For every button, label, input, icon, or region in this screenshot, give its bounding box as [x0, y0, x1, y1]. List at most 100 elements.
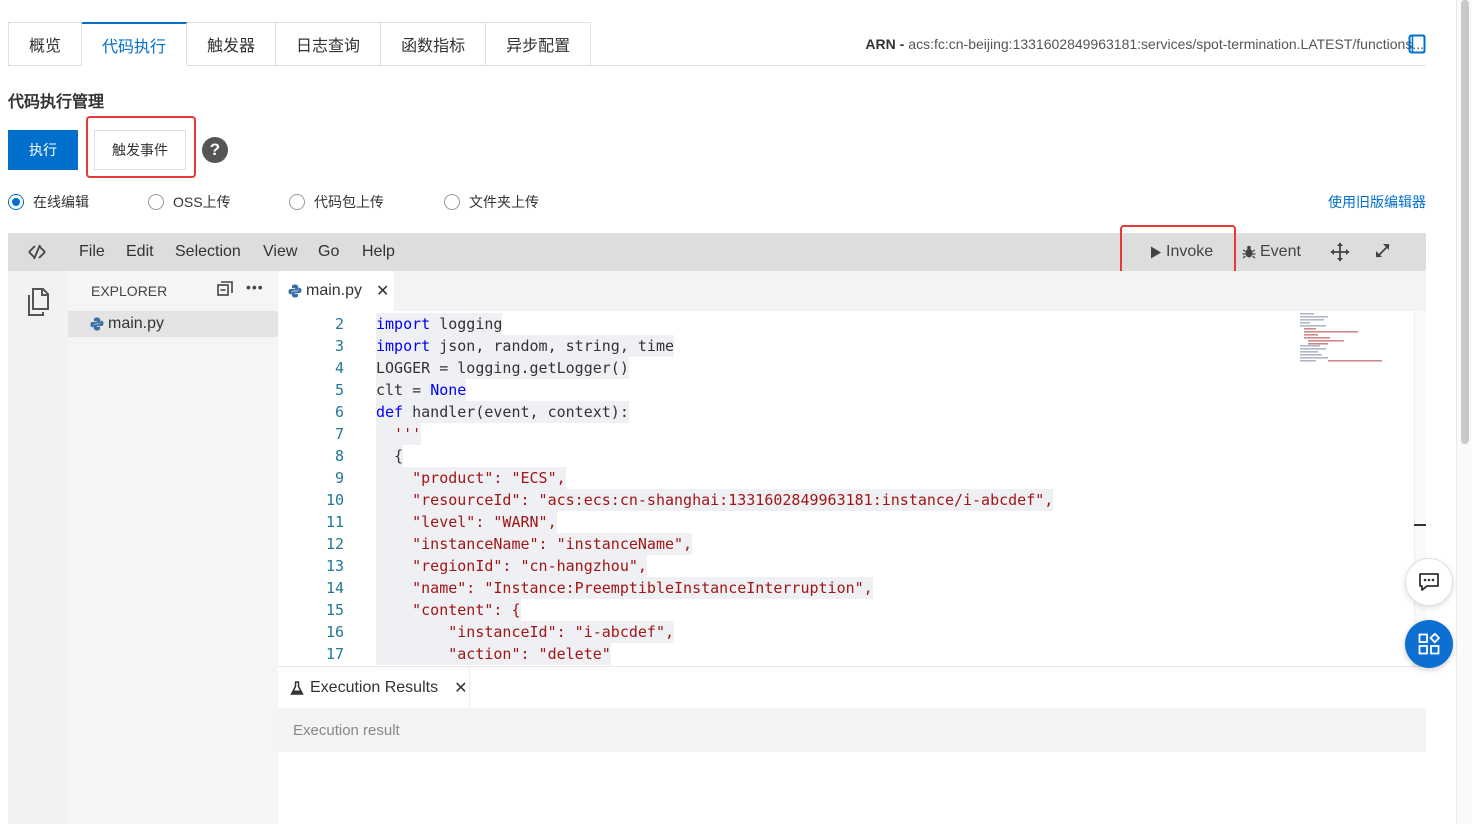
code-text: ''' — [376, 423, 422, 445]
editor-scrollbar[interactable] — [1414, 311, 1426, 666]
code-text: "name": "Instance:PreemptibleInstanceInt… — [376, 577, 873, 599]
code-line: 5 clt = None — [278, 379, 1414, 401]
ide-logo-icon — [28, 244, 46, 260]
radio-folder-upload[interactable]: 文件夹上传 — [444, 192, 539, 212]
old-editor-link[interactable]: 使用旧版编辑器 — [1328, 192, 1426, 212]
invoke-button[interactable]: Invoke — [1150, 243, 1213, 261]
execution-result-placeholder: Execution result — [293, 722, 400, 739]
help-icon[interactable]: ? — [202, 137, 228, 163]
code-token: "product": "ECS", — [376, 469, 566, 487]
menu-go[interactable]: Go — [318, 243, 339, 261]
trigger-event-button[interactable]: 触发事件 — [94, 130, 186, 170]
event-button[interactable]: Event — [1242, 243, 1301, 261]
page-scrollbar[interactable] — [1456, 0, 1472, 824]
code-line: 16 "instanceId": "i-abcdef", — [278, 621, 1414, 643]
panel-empty-area — [278, 752, 1426, 824]
radio-oss-upload[interactable]: OSS上传 — [148, 192, 231, 212]
code-editor[interactable]: 2 import logging 3 import json, random, str… — [278, 311, 1414, 666]
explorer-sidebar: EXPLORER ••• main.py — [68, 271, 278, 824]
code-text: "regionId": "cn-hangzhou", — [376, 555, 647, 577]
code-text: "content": { — [376, 599, 521, 621]
code-text: { — [376, 445, 404, 467]
execute-button[interactable]: 执行 — [8, 130, 78, 170]
tab-function-metrics[interactable]: 函数指标 — [381, 22, 487, 66]
radio-online-edit[interactable]: 在线编辑 — [8, 192, 89, 212]
move-icon[interactable] — [1330, 242, 1350, 262]
code-text: import json, random, string, time — [376, 335, 675, 357]
files-icon[interactable] — [26, 287, 50, 317]
code-token: json, random, string, time — [439, 337, 675, 355]
web-ide: File Edit Selection View Go Help Invoke … — [8, 225, 1426, 824]
code-line: 9 "product": "ECS", — [278, 467, 1414, 489]
editor-tab-main-py[interactable]: main.py ✕ — [278, 271, 394, 311]
flask-icon — [290, 681, 304, 695]
line-number: 8 — [334, 447, 344, 465]
code-text: "product": "ECS", — [376, 467, 566, 489]
play-icon — [1151, 246, 1161, 258]
expand-icon[interactable] — [1374, 242, 1392, 260]
apps-button[interactable] — [1405, 620, 1453, 668]
code-line: 15 "content": { — [278, 599, 1414, 621]
code-token: "regionId": "cn-hangzhou", — [376, 557, 647, 575]
menu-help[interactable]: Help — [362, 243, 395, 261]
arn-display: ARN - acs:fc:cn-beijing:1331602849963181… — [865, 22, 1424, 66]
code-line: 3 import json, random, string, time — [278, 335, 1414, 357]
more-icon[interactable]: ••• — [246, 279, 264, 295]
code-token: "content": { — [376, 601, 521, 619]
radio-dot — [444, 194, 460, 210]
tab-triggers[interactable]: 触发器 — [187, 22, 277, 66]
bug-icon — [1242, 245, 1256, 259]
code-text: clt = None — [376, 379, 467, 401]
tab-log-query[interactable]: 日志查询 — [276, 22, 382, 66]
page-scrollbar-thumb[interactable] — [1461, 0, 1469, 444]
code-token: import — [376, 337, 431, 355]
code-line: 8 { — [278, 445, 1414, 467]
menu-edit[interactable]: Edit — [126, 243, 154, 261]
menu-selection[interactable]: Selection — [175, 243, 241, 261]
tab-code-execution[interactable]: 代码执行 — [82, 22, 188, 66]
panel-tab-label: Execution Results — [310, 679, 439, 696]
close-icon[interactable]: ✕ — [454, 678, 467, 698]
ide-activity-bar — [8, 271, 68, 824]
code-line: 7 ''' — [278, 423, 1414, 445]
tab-overview[interactable]: 概览 — [8, 22, 83, 66]
page-title: 代码执行管理 — [8, 94, 105, 111]
line-number: 7 — [334, 425, 344, 443]
code-line: 10 "resourceId": "acs:ecs:cn-shanghai:13… — [278, 489, 1414, 511]
radio-dot — [148, 194, 164, 210]
collapse-all-icon[interactable] — [217, 281, 233, 297]
code-token: def — [376, 403, 404, 421]
radio-label: OSS上传 — [173, 194, 231, 210]
file-tree-item-main-py[interactable]: main.py — [68, 311, 278, 337]
menu-file[interactable]: File — [79, 243, 105, 261]
event-label: Event — [1260, 243, 1301, 260]
menu-view[interactable]: View — [263, 243, 297, 261]
chat-icon — [1419, 573, 1439, 591]
code-token: "name": "Instance:PreemptibleInstanceInt… — [376, 579, 873, 597]
code-token: logging — [439, 315, 503, 333]
code-text: def handler(event, context): — [376, 401, 629, 423]
tab-async-config[interactable]: 异步配置 — [486, 22, 592, 66]
code-token: "instanceId": "i-abcdef", — [376, 623, 675, 641]
radio-package-upload[interactable]: 代码包上传 — [289, 192, 384, 212]
code-text: LOGGER = logging.getLogger() — [376, 357, 629, 379]
code-token: clt = — [376, 381, 431, 399]
feedback-chat-button[interactable] — [1405, 558, 1453, 606]
code-token: LOGGER = logging.getLogger() — [376, 359, 629, 377]
code-token: None — [430, 381, 467, 399]
ide-menubar: File Edit Selection View Go Help Invoke … — [8, 225, 1426, 279]
explorer-title: EXPLORER — [91, 283, 168, 299]
line-number: 9 — [334, 469, 344, 487]
execution-result-output: Execution result — [278, 708, 1426, 752]
code-token: handler(event, context): — [412, 403, 629, 421]
code-line: 2 import logging — [278, 313, 1414, 335]
copy-icon[interactable] — [1408, 34, 1426, 54]
tab-execution-results[interactable]: Execution Results ✕ — [278, 667, 470, 709]
code-line: 12 "instanceName": "instanceName", — [278, 533, 1414, 555]
line-number: 17 — [325, 645, 344, 663]
line-number: 5 — [334, 381, 344, 399]
code-token: "action": "delete" — [376, 645, 611, 663]
minimize-icon[interactable] — [1414, 524, 1426, 526]
close-icon[interactable]: ✕ — [376, 281, 389, 301]
radio-label: 在线编辑 — [33, 194, 89, 210]
